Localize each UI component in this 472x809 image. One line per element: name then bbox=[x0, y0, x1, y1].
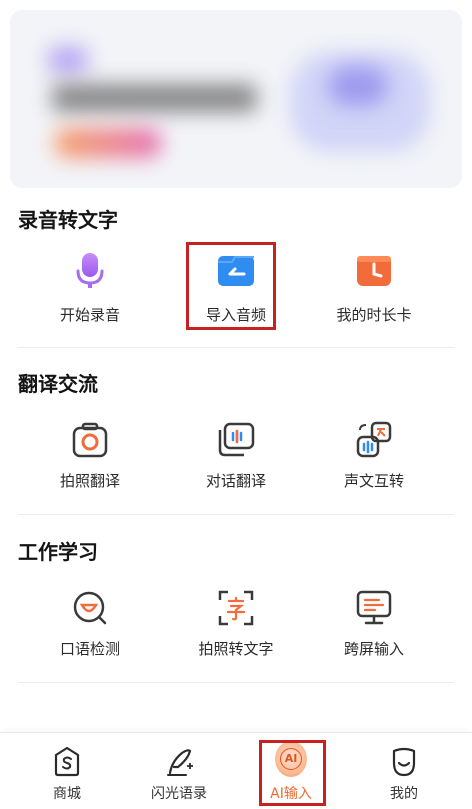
banner-badge bbox=[48, 46, 88, 74]
profile-icon bbox=[392, 747, 416, 777]
nav-tab-profile[interactable]: 我的 bbox=[345, 733, 463, 809]
tool-label: 对话翻译 bbox=[205, 472, 266, 490]
work-study-tools-row: 口语检测 拍照转文字 跨屏输入 bbox=[0, 584, 472, 694]
speech-check-icon bbox=[73, 591, 107, 625]
tool-label: 口语检测 bbox=[59, 640, 120, 658]
microphone-icon bbox=[76, 253, 104, 288]
promo-banner[interactable] bbox=[10, 10, 462, 188]
tool-label: 跨屏输入 bbox=[343, 640, 404, 658]
nav-label: 商城 bbox=[53, 786, 81, 802]
tool-label: 拍照翻译 bbox=[59, 472, 120, 490]
cross-screen-icon bbox=[356, 590, 392, 625]
annotation-highlight-ai-input bbox=[259, 740, 326, 806]
section-title-record: 录音转文字 bbox=[18, 208, 118, 232]
banner-cta-button[interactable] bbox=[54, 128, 162, 158]
translate-tools-row: 拍照翻译 对话翻译 声文互转 bbox=[0, 416, 472, 526]
tool-label: 我的时长卡 bbox=[336, 306, 412, 324]
section-title-work-study: 工作学习 bbox=[18, 540, 98, 564]
shop-icon bbox=[54, 746, 80, 777]
nav-tab-shop[interactable]: 商城 bbox=[8, 733, 126, 809]
section-divider bbox=[18, 514, 454, 515]
section-divider bbox=[18, 682, 454, 683]
camera-translate-icon bbox=[72, 422, 108, 458]
section-divider bbox=[18, 347, 454, 348]
quill-icon bbox=[167, 749, 193, 776]
annotation-highlight-import bbox=[186, 242, 276, 330]
bottom-nav: 商城 闪光语录 AI AI输入 我的 bbox=[0, 732, 472, 809]
scan-text-icon bbox=[218, 590, 254, 626]
nav-tab-flash-quotes[interactable]: 闪光语录 bbox=[120, 733, 238, 809]
tool-label: 开始录音 bbox=[59, 306, 120, 324]
clock-card-icon bbox=[357, 256, 391, 286]
voice-text-convert-icon bbox=[356, 421, 392, 458]
tool-label: 声文互转 bbox=[343, 472, 404, 490]
nav-label: 闪光语录 bbox=[151, 786, 207, 802]
nav-label: 我的 bbox=[390, 786, 418, 802]
tool-label: 拍照转文字 bbox=[198, 640, 274, 658]
banner-illustration-core bbox=[328, 66, 388, 106]
dialog-translate-icon bbox=[218, 422, 255, 457]
section-title-translate: 翻译交流 bbox=[18, 372, 98, 396]
banner-headline bbox=[52, 84, 257, 112]
